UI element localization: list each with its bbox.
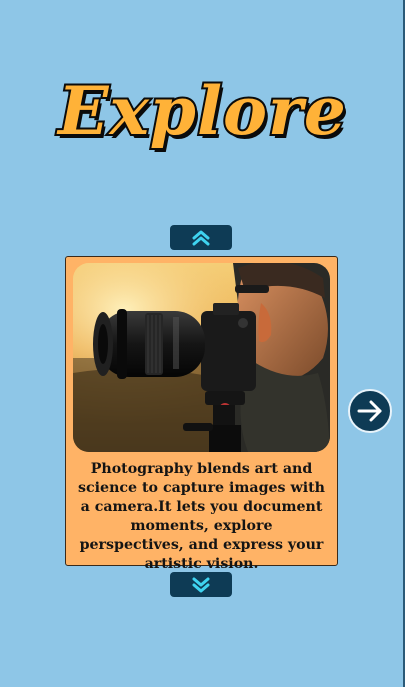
- card-photo: [73, 263, 330, 452]
- previous-item-button[interactable]: [170, 225, 232, 250]
- explore-card: Photography blends art and science to ca…: [65, 256, 338, 572]
- page-title: Explore: [56, 72, 348, 150]
- card-caption: Photography blends art and science to ca…: [78, 461, 325, 572]
- arrow-right-icon: [357, 400, 382, 422]
- chevrons-up-icon: [192, 230, 210, 245]
- next-page-button[interactable]: [348, 389, 392, 433]
- chevrons-down-icon: [192, 577, 210, 592]
- next-item-button[interactable]: [170, 572, 232, 597]
